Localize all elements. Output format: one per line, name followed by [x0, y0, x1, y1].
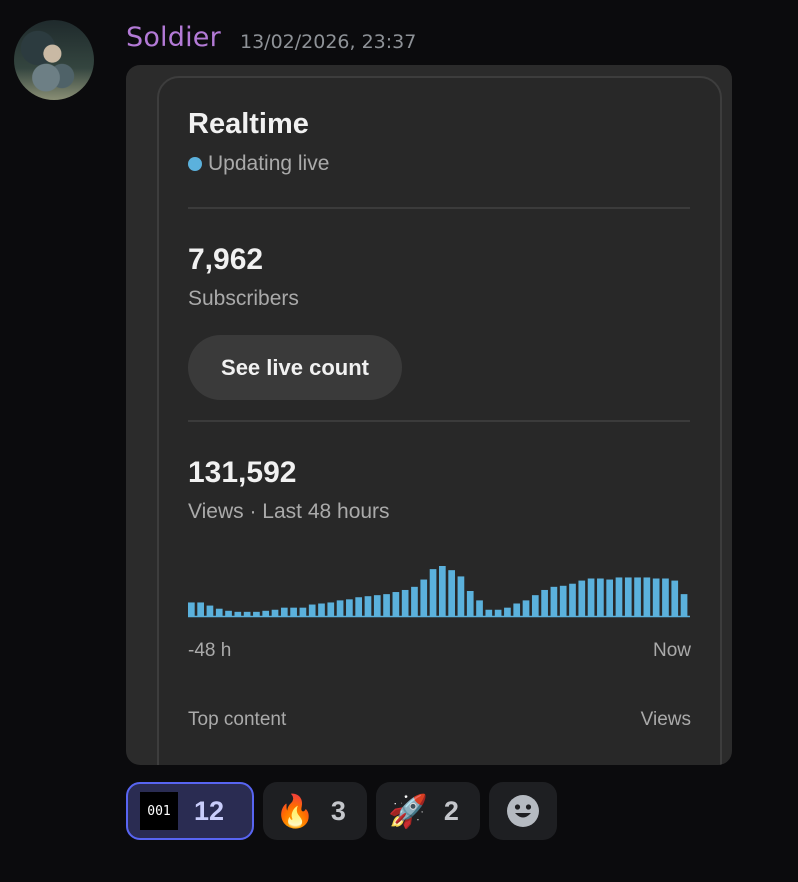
chart-bar	[253, 611, 260, 616]
chart-bar	[671, 580, 679, 616]
views-bar-chart	[188, 566, 690, 618]
chart-bar	[225, 610, 232, 616]
chart-bar	[597, 578, 604, 616]
chart-bar	[662, 578, 669, 616]
fire-icon: 🔥	[275, 792, 315, 830]
chart-bar	[308, 604, 316, 616]
views-label: Views · Last 48 hours	[188, 500, 390, 523]
emoji-001-icon: 001	[140, 792, 178, 830]
reaction-count: 2	[443, 795, 459, 826]
live-status: Updating live	[188, 152, 329, 176]
chart-bar	[448, 570, 455, 616]
chart-bar	[215, 608, 223, 616]
chart-bar	[355, 597, 363, 616]
chart-bar	[392, 592, 400, 616]
reactions-bar: 001 12 🔥 3 🚀 2	[126, 782, 557, 840]
chart-bar	[299, 607, 307, 616]
chart-bar	[197, 602, 204, 616]
chart-bar	[569, 583, 576, 616]
top-content-label: Top content	[188, 709, 287, 730]
chart-bar	[541, 589, 548, 616]
chart-bar	[206, 605, 214, 616]
chart-bar	[531, 595, 539, 616]
reaction-fire[interactable]: 🔥 3	[263, 782, 367, 840]
chart-bar	[550, 586, 558, 616]
chart-bar	[280, 607, 288, 616]
chart-bar	[615, 577, 623, 616]
chart-bar	[336, 600, 344, 617]
realtime-card: Realtime Updating live 7,962 Subscribers…	[157, 76, 722, 765]
chart-bar	[504, 607, 511, 616]
chart-bar	[485, 609, 493, 616]
divider	[188, 207, 690, 209]
chart-bar	[587, 578, 595, 616]
chart-bar	[411, 586, 418, 616]
chart-bar	[624, 577, 632, 616]
chart-bar	[346, 599, 353, 616]
chart-bar	[290, 607, 297, 616]
axis-start-label: -48 h	[188, 640, 232, 661]
chart-bar	[327, 602, 335, 616]
message-timestamp: 13/02/2026, 23:37	[240, 31, 417, 53]
chart-bar	[383, 594, 390, 617]
chart-bar	[271, 609, 279, 616]
axis-end-label: Now	[652, 640, 691, 661]
chart-bar	[466, 591, 474, 616]
image-attachment[interactable]: Realtime Updating live 7,962 Subscribers…	[126, 65, 732, 765]
message-author[interactable]: Soldier	[126, 22, 221, 53]
add-reaction-button[interactable]	[489, 782, 557, 840]
chart-bar	[262, 610, 270, 616]
reaction-count: 3	[330, 795, 346, 826]
chart-bar	[680, 594, 688, 617]
chart-bar	[559, 585, 567, 616]
views-value: 131,592	[188, 456, 297, 489]
chart-bar	[606, 579, 614, 616]
chart-bar	[513, 603, 521, 616]
chart-bar	[364, 596, 372, 616]
chart-bar	[643, 577, 651, 616]
subscribers-value: 7,962	[188, 243, 264, 276]
views-column-label: Views	[640, 709, 691, 730]
chart-bar	[243, 611, 251, 616]
reaction-rocket[interactable]: 🚀 2	[376, 782, 480, 840]
chart-bar	[318, 603, 325, 616]
user-avatar[interactable]	[14, 20, 94, 100]
chart-bar	[188, 602, 195, 616]
chart-bar	[420, 579, 428, 616]
chart-bar	[634, 577, 641, 616]
chart-bar	[373, 595, 381, 616]
chart-bar	[457, 576, 465, 616]
card-title: Realtime	[188, 108, 309, 140]
reaction-count: 12	[194, 795, 225, 826]
rocket-icon: 🚀	[388, 792, 428, 830]
chart-bar	[476, 600, 483, 617]
live-status-text: Updating live	[208, 152, 330, 175]
reaction-001[interactable]: 001 12	[126, 782, 254, 840]
divider	[188, 420, 690, 422]
chart-bar	[439, 566, 446, 616]
chart-bar	[578, 580, 586, 616]
chart-bar	[522, 600, 530, 617]
chart-bar	[401, 589, 409, 616]
chart-bar	[494, 609, 502, 616]
smiley-icon	[507, 795, 539, 827]
chart-bar	[234, 611, 242, 616]
subscribers-label: Subscribers	[188, 287, 299, 310]
chart-bar	[429, 569, 437, 617]
chart-bar	[652, 578, 660, 616]
see-live-count-button[interactable]: See live count	[188, 335, 402, 400]
live-dot-icon	[188, 157, 202, 171]
